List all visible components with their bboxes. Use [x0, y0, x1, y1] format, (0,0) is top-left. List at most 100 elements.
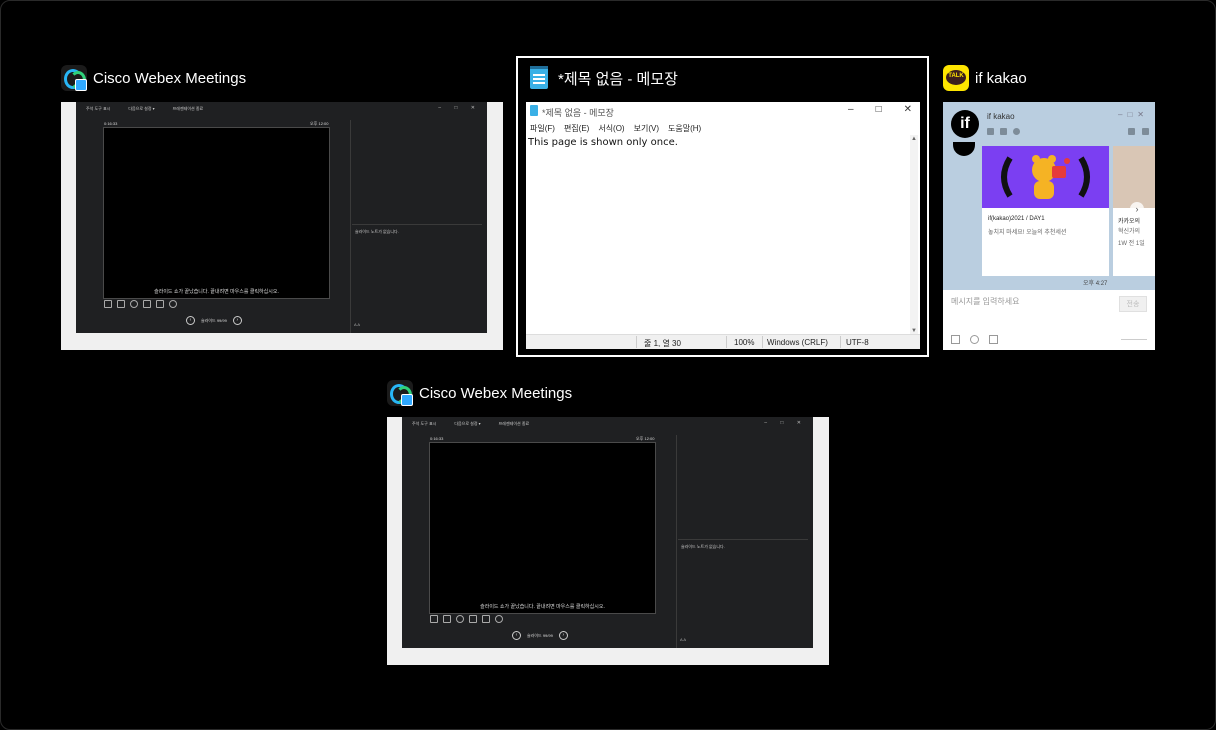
more-icon[interactable]	[495, 615, 503, 623]
annotate-tool-label[interactable]: 주석 도구 표시	[86, 106, 110, 112]
vertical-scrollbar[interactable]: ▲ ▼	[910, 135, 918, 335]
ryan-illustration-icon	[1001, 155, 1090, 199]
window-card-header: Cisco Webex Meetings	[61, 64, 246, 92]
window-card-header: TALK if kakao	[943, 64, 1027, 92]
end-presentation-label[interactable]: 프레젠테이션 종료	[173, 106, 204, 112]
screen-icon[interactable]	[469, 615, 477, 623]
window-title: if kakao	[975, 69, 1027, 87]
slide-end-caption: 슬라이드 쇼가 끝났습니다. 끝내려면 마우스를 클릭하십시오.	[480, 604, 605, 610]
next-slide-icon[interactable]: ›	[232, 316, 242, 325]
menu-help[interactable]: 도움말(H)	[668, 123, 701, 134]
carousel-next-icon[interactable]: ›	[1130, 202, 1144, 216]
elapsed-timer: 0:16:33	[104, 121, 118, 126]
send-button[interactable]: 전송	[1119, 296, 1147, 312]
gallery-icon[interactable]	[1000, 128, 1007, 135]
channel-avatar: if	[951, 110, 979, 138]
zoom-icon[interactable]	[456, 615, 464, 623]
prev-slide-icon[interactable]: ‹	[512, 631, 521, 640]
pen-icon[interactable]	[104, 300, 112, 308]
subtitles-icon[interactable]	[156, 300, 164, 308]
webex-toolbar: 주석 도구 표시 다음으로 설정 ▾ 프레젠테이션 종료	[76, 102, 487, 116]
cursor-position: 줄 1, 열 30	[644, 339, 681, 348]
card-subtitle: 혁신가의	[1118, 229, 1141, 235]
menu-file[interactable]: 파일(F)	[530, 123, 555, 134]
search-icon[interactable]	[1013, 128, 1020, 135]
window-card-webex-2[interactable]: Cisco Webex Meetings 주석 도구 표시 다음으로 설정 ▾ …	[387, 379, 829, 665]
window-title: *제목 없음 - 메모장	[558, 70, 678, 88]
chat-header: if if kakao –□✕	[943, 102, 1155, 146]
home-icon[interactable]	[987, 128, 994, 135]
window-controls[interactable]: – □ ✕	[438, 105, 481, 111]
status-bar: 줄 1, 열 30 100% Windows (CRLF) UTF-8	[526, 334, 920, 349]
settings-menu-label[interactable]: 다음으로 설정 ▾	[128, 106, 154, 112]
emoji-icon[interactable]	[951, 335, 960, 344]
menu-format[interactable]: 서식(O)	[598, 123, 624, 134]
notepad-window[interactable]: *제목 없음 - 메모장 – □ ✕ 파일(F) 편집(E) 서식(O) 보기(…	[526, 102, 920, 349]
slide-stage: 슬라이드 쇼가 끝났습니다. 끝내려면 마우스를 클릭하십시오.	[429, 442, 656, 614]
notes-font-controls[interactable]: A A	[354, 322, 360, 327]
message-input[interactable]: 메시지를 입력하세요	[951, 296, 1019, 307]
window-card-webex-1[interactable]: Cisco Webex Meetings 주석 도구 표시 다음으로 설정 ▾ …	[61, 64, 503, 350]
editor-text[interactable]: This page is shown only once.	[528, 137, 678, 148]
end-presentation-label[interactable]: 프레젠테이션 종료	[499, 421, 530, 427]
minimize-icon[interactable]: –	[848, 104, 854, 115]
notes-separator	[352, 224, 482, 225]
notes-font-controls[interactable]: A A	[680, 637, 686, 642]
slide-notes: 슬라이드 노트가 없습니다.	[681, 544, 725, 549]
window-controls[interactable]: – □ ✕	[764, 420, 807, 426]
window-card-header: Cisco Webex Meetings	[387, 379, 572, 407]
menu-view[interactable]: 보기(V)	[634, 123, 659, 134]
notes-separator	[678, 539, 808, 540]
close-icon[interactable]: ✕	[904, 104, 912, 115]
maximize-icon[interactable]: □	[876, 104, 882, 115]
message-composer: 메시지를 입력하세요 전송	[943, 290, 1155, 350]
slider-handle[interactable]	[1121, 339, 1147, 340]
webex-icon	[387, 380, 413, 406]
header-actions	[987, 128, 1020, 135]
zoom-icon[interactable]	[130, 300, 138, 308]
encoding: UTF-8	[846, 338, 869, 347]
window-card-notepad[interactable]: *제목 없음 - 메모장 *제목 없음 - 메모장 – □ ✕ 파일(F) 편집…	[526, 64, 921, 350]
menu-icon[interactable]	[1142, 128, 1149, 135]
menu-bar: 파일(F) 편집(E) 서식(O) 보기(V) 도움말(H)	[526, 121, 920, 135]
card-title: 카카오의	[1118, 219, 1141, 225]
prev-slide-icon[interactable]: ‹	[186, 316, 195, 325]
message-time: 오후 4:27	[1083, 281, 1108, 287]
task-switcher: Cisco Webex Meetings 주석 도구 표시 다음으로 설정 ▾ …	[0, 0, 1216, 730]
message-avatar-icon	[953, 142, 975, 156]
window-thumbnail[interactable]: 주석 도구 표시 다음으로 설정 ▾ 프레젠테이션 종료 – □ ✕ 0:16:…	[61, 102, 503, 350]
screen-icon[interactable]	[143, 300, 151, 308]
card-subtitle: 놓치지 마세요! 오늘의 추천세션	[988, 230, 1067, 236]
window-card-kakao[interactable]: TALK if kakao if if kakao –□✕ if(kakao)2…	[943, 64, 1155, 350]
settings-menu-label[interactable]: 다음으로 설정 ▾	[454, 421, 480, 427]
line-ending: Windows (CRLF)	[767, 338, 828, 347]
pen-icon[interactable]	[430, 615, 438, 623]
subtitles-icon[interactable]	[482, 615, 490, 623]
next-slide-icon[interactable]: ›	[558, 631, 568, 640]
slide-pager: ‹ 슬라이드 99/99 ›	[512, 631, 568, 640]
window-title: Cisco Webex Meetings	[419, 384, 573, 402]
slide-counter: 슬라이드 99/99	[201, 317, 227, 323]
window-controls[interactable]: –□✕	[1118, 110, 1149, 119]
screenshot-icon[interactable]	[989, 335, 998, 344]
window-controls: – □ ✕	[848, 104, 912, 115]
window-thumbnail[interactable]: 주석 도구 표시 다음으로 설정 ▾ 프레젠테이션 종료 – □ ✕ 0:16:…	[387, 417, 829, 665]
card-image	[982, 146, 1109, 208]
notepad-window-title: *제목 없음 - 메모장	[542, 108, 614, 118]
webex-toolbar: 주석 도구 표시 다음으로 설정 ▾ 프레젠테이션 종료	[402, 417, 813, 431]
slide-pager: ‹ 슬라이드 99/99 ›	[186, 316, 242, 325]
attach-icon[interactable]	[970, 335, 979, 344]
more-icon[interactable]	[169, 300, 177, 308]
annotate-tool-label[interactable]: 주석 도구 표시	[412, 421, 436, 427]
copy-icon[interactable]	[443, 615, 451, 623]
notepad-titlebar: *제목 없음 - 메모장 – □ ✕	[526, 102, 920, 121]
message-card[interactable]: if(kakao)2021 / DAY1 놓치지 마세요! 오늘의 추천세션	[982, 146, 1109, 276]
copy-icon[interactable]	[117, 300, 125, 308]
header-right-actions	[1128, 128, 1149, 135]
scroll-up-icon[interactable]: ▲	[911, 136, 917, 142]
bell-icon[interactable]	[1128, 128, 1135, 135]
slide-end-caption: 슬라이드 쇼가 끝났습니다. 끝내려면 마우스를 클릭하십시오.	[154, 289, 279, 295]
menu-edit[interactable]: 편집(E)	[564, 123, 589, 134]
kakao-chat-window[interactable]: if if kakao –□✕ if(kakao)2021 / DAY1 놓치지…	[943, 102, 1155, 350]
presenter-tools	[104, 300, 177, 308]
